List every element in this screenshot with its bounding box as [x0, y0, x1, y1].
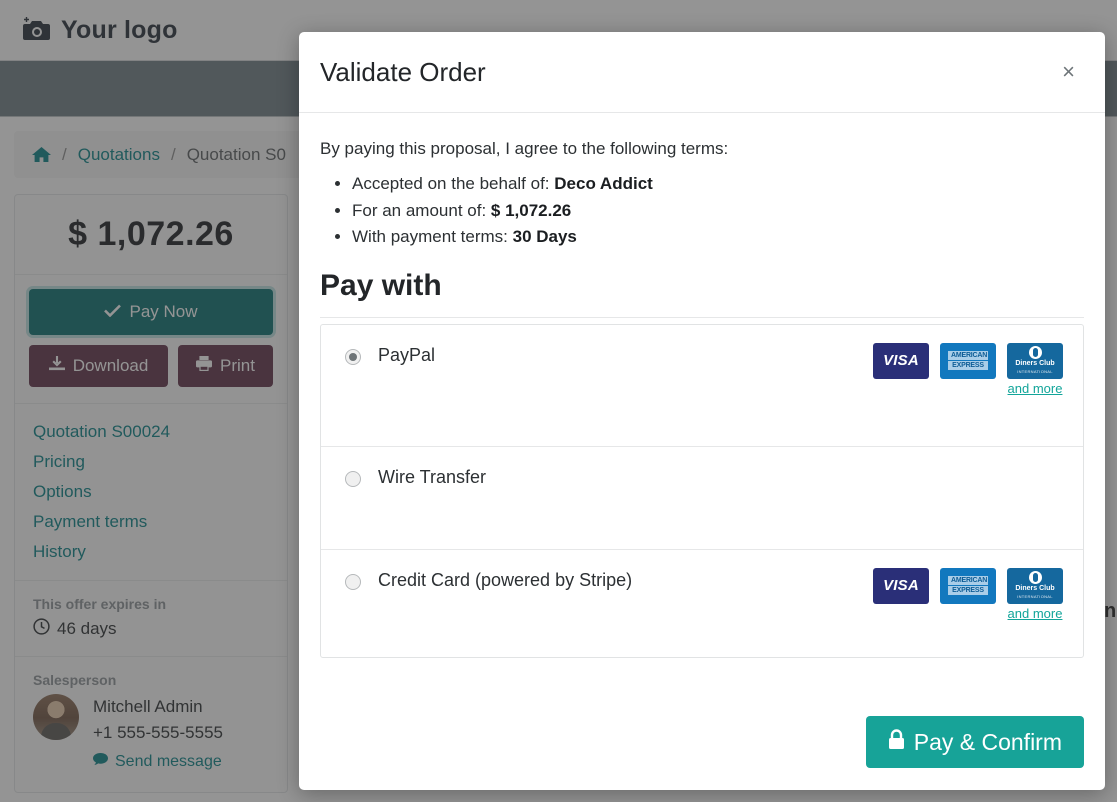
modal-header: Validate Order ×	[299, 32, 1105, 113]
and-more-link[interactable]: and more	[1008, 381, 1063, 396]
pay-with-heading: Pay with	[320, 268, 442, 302]
diners-brand-column: Diners Club INTERNATIONAL and more	[1007, 567, 1063, 621]
validate-order-modal: Validate Order × By paying this proposal…	[299, 32, 1105, 790]
diners-line2: INTERNATIONAL	[1017, 594, 1053, 600]
term-value: 30 Days	[512, 227, 577, 247]
pay-and-confirm-button[interactable]: Pay & Confirm	[865, 716, 1084, 768]
visa-icon: VISA	[873, 567, 929, 604]
pay-and-confirm-label: Pay & Confirm	[913, 728, 1062, 755]
radio-credit-card[interactable]	[345, 573, 361, 590]
diners-brand-column: Diners Club INTERNATIONAL and more	[1007, 342, 1063, 396]
diners-line1: Diners Club	[1015, 585, 1055, 593]
radio-paypal[interactable]	[345, 348, 361, 365]
amex-line1: AMERICAN	[948, 576, 988, 586]
diners-ring	[1028, 346, 1042, 360]
card-brand-logos: VISA AMERICAN EXPRESS Diners Club INTERN…	[873, 567, 1063, 621]
amex-icon: AMERICAN EXPRESS	[940, 567, 996, 604]
modal-body: By paying this proposal, I agree to the …	[299, 113, 1105, 698]
close-icon[interactable]: ×	[1054, 57, 1083, 87]
amex-line2: EXPRESS	[948, 361, 988, 371]
term-value: Deco Addict	[554, 174, 653, 193]
payment-options-list: PayPal VISA AMERICAN EXPRESS Diners Club…	[320, 323, 1084, 658]
amex-icon: AMERICAN EXPRESS	[940, 342, 996, 379]
term-item-payment-terms: With payment terms: 30 Days	[352, 224, 1084, 251]
terms-list: Accepted on the behalf of: Deco Addict F…	[320, 171, 1084, 251]
payment-option-paypal[interactable]: PayPal VISA AMERICAN EXPRESS Diners Club…	[321, 325, 1083, 446]
payment-option-label: Credit Card (powered by Stripe)	[378, 569, 633, 590]
amex-line1: AMERICAN	[948, 351, 988, 361]
amex-line2: EXPRESS	[948, 586, 988, 596]
and-more-link[interactable]: and more	[1008, 606, 1063, 621]
section-divider	[320, 316, 1084, 318]
modal-title: Validate Order	[320, 56, 486, 87]
diners-ring	[1028, 571, 1042, 585]
diners-line2: INTERNATIONAL	[1017, 369, 1053, 375]
terms-lead-text: By paying this proposal, I agree to the …	[320, 139, 729, 158]
card-brand-logos: VISA AMERICAN EXPRESS Diners Club INTERN…	[873, 342, 1063, 396]
term-label: Accepted on the behalf of:	[352, 174, 555, 193]
visa-label: VISA	[883, 577, 919, 595]
radio-wire-transfer[interactable]	[345, 470, 361, 487]
payment-option-credit-card[interactable]: Credit Card (powered by Stripe) VISA AME…	[321, 548, 1083, 657]
term-item-amount: For an amount of: $ 1,072.26	[352, 198, 1084, 225]
modal-footer: Pay & Confirm	[299, 698, 1105, 790]
term-label: With payment terms:	[352, 227, 513, 247]
diners-club-icon: Diners Club INTERNATIONAL	[1007, 342, 1063, 379]
term-value: $ 1,072.26	[490, 200, 572, 220]
payment-option-label: PayPal	[378, 344, 436, 365]
visa-icon: VISA	[873, 342, 929, 379]
diners-club-icon: Diners Club INTERNATIONAL	[1007, 567, 1063, 604]
diners-line1: Diners Club	[1015, 360, 1055, 368]
payment-option-wire-transfer[interactable]: Wire Transfer	[321, 445, 1083, 549]
payment-option-label: Wire Transfer	[378, 466, 487, 487]
lock-icon	[888, 728, 905, 756]
term-label: For an amount of:	[352, 200, 491, 220]
visa-label: VISA	[883, 352, 919, 370]
term-item-accepted-on-behalf: Accepted on the behalf of: Deco Addict	[352, 171, 1084, 198]
